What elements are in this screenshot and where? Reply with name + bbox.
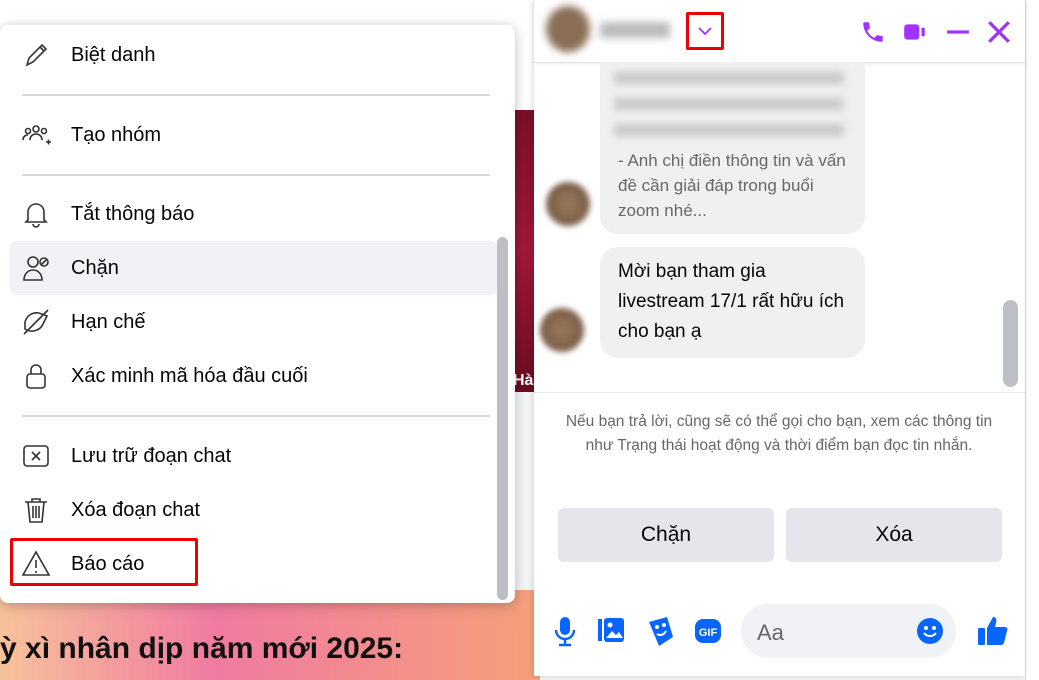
voice-call-button[interactable] — [859, 18, 887, 46]
menu-item-delete-chat[interactable]: Xóa đoạn chat — [10, 483, 497, 537]
menu-item-restrict[interactable]: Hạn chế — [10, 295, 497, 349]
chat-scrollbar[interactable] — [1003, 300, 1018, 387]
minimize-button[interactable] — [944, 18, 972, 46]
divider — [22, 174, 490, 176]
blurred-message-text — [614, 66, 844, 138]
background-banner: ỳ xì nhân dịp năm mới 2025: — [0, 590, 540, 680]
chat-options-dropdown-button[interactable] — [686, 12, 724, 50]
menu-item-verify-encryption[interactable]: Xác minh mã hóa đầu cuối — [10, 349, 497, 403]
menu-item-nickname[interactable]: Biệt danh — [10, 28, 497, 82]
video-camera-icon — [904, 24, 925, 40]
menu-item-create-group[interactable]: Tạo nhóm — [10, 108, 497, 162]
right-page-edge — [1025, 0, 1039, 680]
sender-avatar — [540, 308, 584, 352]
chat-header — [534, 0, 1025, 63]
sender-avatar — [546, 182, 590, 226]
delete-button[interactable]: Xóa — [786, 508, 1002, 562]
trash-icon — [25, 498, 47, 523]
bell-icon — [24, 203, 48, 228]
report-highlight-box — [10, 538, 198, 586]
divider — [534, 392, 1025, 393]
gif-icon[interactable]: GIF — [693, 614, 723, 648]
video-call-button[interactable] — [901, 18, 929, 46]
message-request-notice: Nếu bạn trả lời, cũng sẽ có thể gọi cho … — [565, 413, 993, 454]
banner-text: ỳ xì nhân dịp năm mới 2025: — [0, 632, 404, 665]
divider — [22, 415, 490, 417]
block-button[interactable]: Chặn — [558, 508, 774, 562]
close-button[interactable] — [985, 18, 1013, 46]
menu-item-mute[interactable]: Tắt thông báo — [10, 187, 497, 241]
chat-window: - Anh chị điền thông tin và vấn đề cần g… — [534, 0, 1025, 676]
photo-icon[interactable] — [596, 614, 626, 648]
svg-text:GIF: GIF — [699, 627, 718, 639]
group-add-icon — [22, 125, 51, 145]
lock-icon — [26, 364, 46, 389]
menu-item-archive-chat[interactable]: Lưu trữ đoạn chat — [10, 429, 497, 483]
restrict-icon — [23, 309, 49, 335]
block-user-icon — [23, 256, 49, 281]
contact-avatar[interactable] — [546, 6, 590, 52]
archive-icon — [23, 445, 49, 467]
conversation-options-menu: Biệt danh Tạo nhóm Tắt thông báo Chặn Hạ… — [0, 25, 515, 603]
chevron-down-icon — [698, 27, 712, 36]
microphone-icon[interactable] — [550, 614, 580, 648]
close-icon — [988, 21, 1010, 43]
sticker-icon[interactable] — [646, 614, 676, 648]
emoji-icon[interactable] — [916, 617, 944, 645]
message-bubble: Mời bạn tham gia livestream 17/1 rất hữu… — [600, 247, 865, 358]
contact-name-blurred[interactable] — [600, 22, 670, 38]
divider — [22, 94, 490, 96]
phone-icon — [863, 22, 883, 42]
minimize-icon — [947, 30, 969, 34]
menu-item-block[interactable]: Chặn — [10, 241, 497, 295]
message-bubble: - Anh chị điền thông tin và vấn đề cần g… — [600, 62, 865, 234]
thumbs-up-icon[interactable] — [976, 614, 1010, 648]
pencil-icon — [25, 43, 48, 67]
menu-scrollbar[interactable] — [497, 237, 508, 600]
